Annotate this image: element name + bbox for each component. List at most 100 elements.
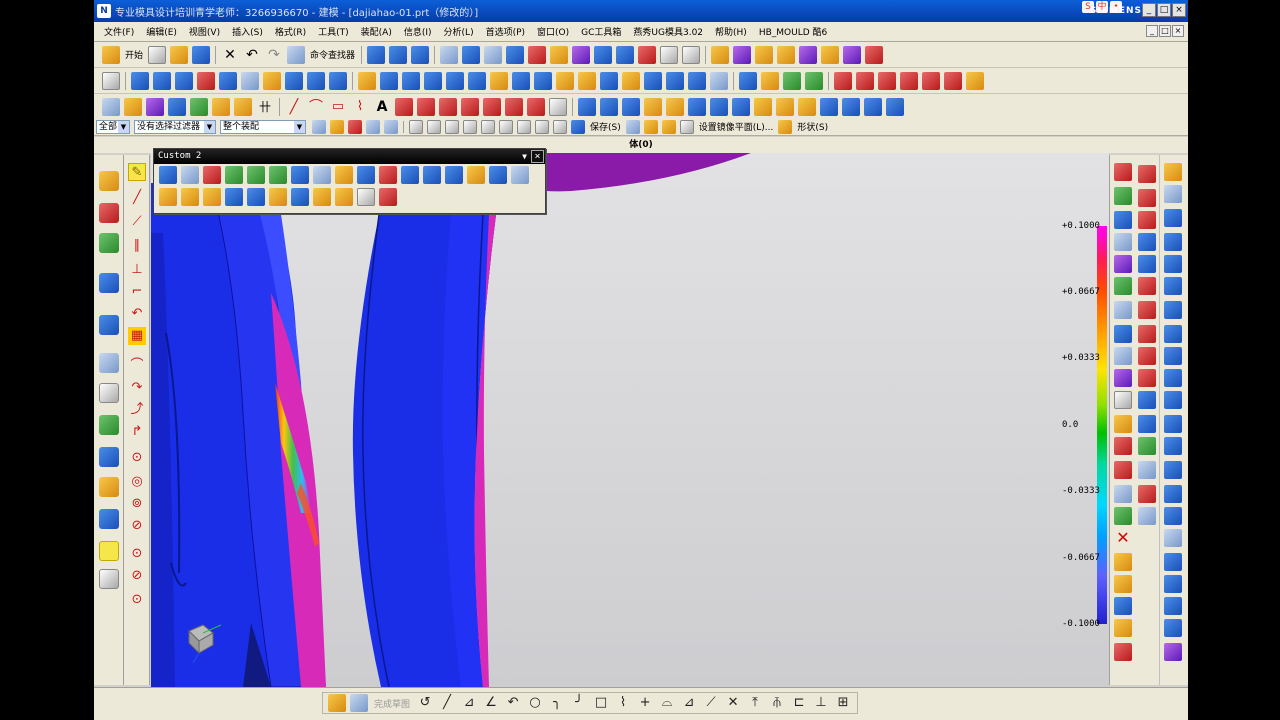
filter-all-select[interactable]: 全部 ▼ (96, 119, 130, 134)
part-tool-2-icon[interactable] (733, 45, 752, 64)
custom-tool-sweep-icon[interactable] (203, 188, 221, 206)
add-component-icon[interactable] (783, 71, 801, 90)
undo-icon[interactable]: ↶ (243, 46, 261, 64)
section-icon[interactable] (661, 119, 676, 134)
snap-existing-point-icon[interactable] (535, 119, 549, 134)
right-view-icon[interactable] (638, 45, 657, 64)
custom-tool-subtract-icon[interactable] (247, 166, 265, 184)
tangent-line-icon[interactable]: ⌐ (128, 283, 146, 301)
scope-select[interactable]: 整个装配 ▼ (220, 119, 306, 134)
line-tool-bottom-icon[interactable]: ╱ (438, 694, 456, 712)
bounded-plane-icon[interactable] (666, 97, 684, 116)
fillet-tool-icon[interactable]: ▦ (128, 327, 146, 345)
start-icon[interactable] (102, 45, 120, 64)
profile-icon[interactable]: ✎ (128, 163, 146, 181)
analysis-tool-5-icon[interactable] (1114, 255, 1132, 273)
custom-tool-link-icon[interactable] (379, 166, 397, 184)
maximize-button[interactable]: □ (1157, 3, 1171, 17)
line-icon[interactable]: ╱ (285, 98, 303, 116)
surface-tool-1-icon[interactable] (1164, 163, 1182, 181)
save-icon[interactable] (192, 45, 211, 64)
offset-surface-icon[interactable] (710, 97, 728, 116)
edit-tool-6-icon[interactable] (1138, 277, 1156, 295)
palettes-icon[interactable] (99, 541, 119, 561)
wave-linker-icon[interactable] (834, 71, 852, 90)
surface-tool-13-icon[interactable] (1164, 437, 1182, 455)
datum-axis-icon[interactable] (124, 97, 142, 116)
parallel-line-icon[interactable]: ∥ (128, 237, 146, 255)
pan-icon[interactable] (484, 45, 503, 64)
intersection-curve-icon[interactable] (527, 97, 545, 116)
rotate-icon[interactable] (506, 45, 525, 64)
analysis-tool-9-icon[interactable] (1114, 347, 1132, 365)
edit-tool-4-icon[interactable] (1138, 233, 1156, 251)
perpendicular-line-icon[interactable]: ⊥ (128, 261, 146, 279)
custom-tool-shell-icon[interactable] (225, 188, 243, 206)
helix-icon[interactable] (417, 97, 435, 116)
rectangle-icon[interactable]: ▭ (329, 98, 347, 116)
roles-icon[interactable] (99, 477, 119, 497)
sweep-icon[interactable] (175, 71, 193, 90)
law-curve-icon[interactable] (439, 97, 457, 116)
offset-bottom-icon[interactable]: ⌓ (658, 694, 676, 712)
boolean-icon[interactable] (197, 71, 215, 90)
point-bottom-icon[interactable]: + (636, 694, 654, 712)
datum-plane-icon[interactable] (102, 97, 120, 116)
custom-tool-extrude-icon[interactable] (159, 188, 177, 206)
replace-face-icon[interactable] (622, 71, 640, 90)
edit-tool-15-icon[interactable] (1138, 485, 1156, 503)
studio-spline-icon[interactable] (395, 97, 413, 116)
surface-tool-22-icon[interactable] (1164, 643, 1182, 661)
finish-sketch-icon[interactable] (350, 694, 368, 712)
minimize-button[interactable]: _ (1142, 3, 1156, 17)
part-tool-5-icon[interactable] (799, 45, 818, 64)
polyline-icon[interactable]: ⌇ (351, 98, 369, 116)
corner-bottom-icon[interactable]: ✕ (724, 694, 742, 712)
custom-tool-thicken-icon[interactable] (489, 166, 507, 184)
custom-tool-divide-icon[interactable] (423, 166, 441, 184)
hd3d-tools-icon[interactable] (99, 315, 119, 335)
custom-tool-sew-icon[interactable] (313, 188, 331, 206)
shape-label[interactable]: 形状(S) (797, 120, 828, 133)
x-form-icon[interactable] (820, 97, 838, 116)
menu-help[interactable]: 帮助(H) (709, 25, 753, 38)
surface-tool-11-icon[interactable] (1164, 391, 1182, 409)
revolve-icon[interactable] (153, 71, 171, 90)
custom-tool-patch-icon[interactable] (335, 188, 353, 206)
arc-bottom-icon[interactable]: ↶ (504, 694, 522, 712)
process-studio-icon[interactable] (99, 415, 119, 435)
menu-insert[interactable]: 插入(S) (226, 25, 269, 38)
edit-tool-13-icon[interactable] (1138, 437, 1156, 455)
custom-tool-revolve-icon[interactable] (181, 188, 199, 206)
surface-tool-10-icon[interactable] (1164, 369, 1182, 387)
background-icon[interactable] (682, 45, 701, 64)
snap-control-point-icon[interactable] (463, 119, 477, 134)
surface-tool-20-icon[interactable] (1164, 597, 1182, 615)
custom-tool-delete-icon[interactable] (357, 188, 375, 206)
display-constraints-icon[interactable]: ⊞ (834, 694, 852, 712)
custom-tool-box-icon[interactable] (379, 188, 397, 206)
curve-tool-6-icon[interactable] (966, 71, 984, 90)
analysis-tool-10-icon[interactable] (1114, 369, 1132, 387)
shape-icon[interactable] (778, 119, 793, 134)
enlarge-icon[interactable] (886, 97, 904, 116)
surface-tool-8-icon[interactable] (1164, 325, 1182, 343)
arc-end-icon[interactable]: ↱ (128, 423, 146, 441)
ruled-surface-icon[interactable] (688, 97, 706, 116)
curve-tool-4-icon[interactable] (922, 71, 940, 90)
start-button-label[interactable]: 开始 (125, 48, 143, 61)
sketch-task-icon[interactable] (328, 694, 346, 712)
chamfer-bottom-icon[interactable]: ╯ (570, 694, 588, 712)
split-body-icon[interactable] (534, 71, 552, 90)
menu-tools[interactable]: 工具(T) (312, 25, 355, 38)
analysis-tool-16-icon[interactable] (1114, 507, 1132, 525)
surface-tool-18-icon[interactable] (1164, 553, 1182, 571)
mdi-close-button[interactable]: × (1172, 25, 1184, 37)
graphics-viewport[interactable] (151, 153, 1109, 687)
top-view-icon[interactable] (660, 45, 679, 64)
mirror-display-icon[interactable] (679, 119, 694, 134)
snap-endpoint-icon[interactable] (427, 119, 441, 134)
analysis-tool-6-icon[interactable] (1114, 277, 1132, 295)
circle-3pt-icon[interactable]: ◎ (128, 473, 146, 491)
custom-tool-mirror-icon[interactable] (401, 166, 419, 184)
